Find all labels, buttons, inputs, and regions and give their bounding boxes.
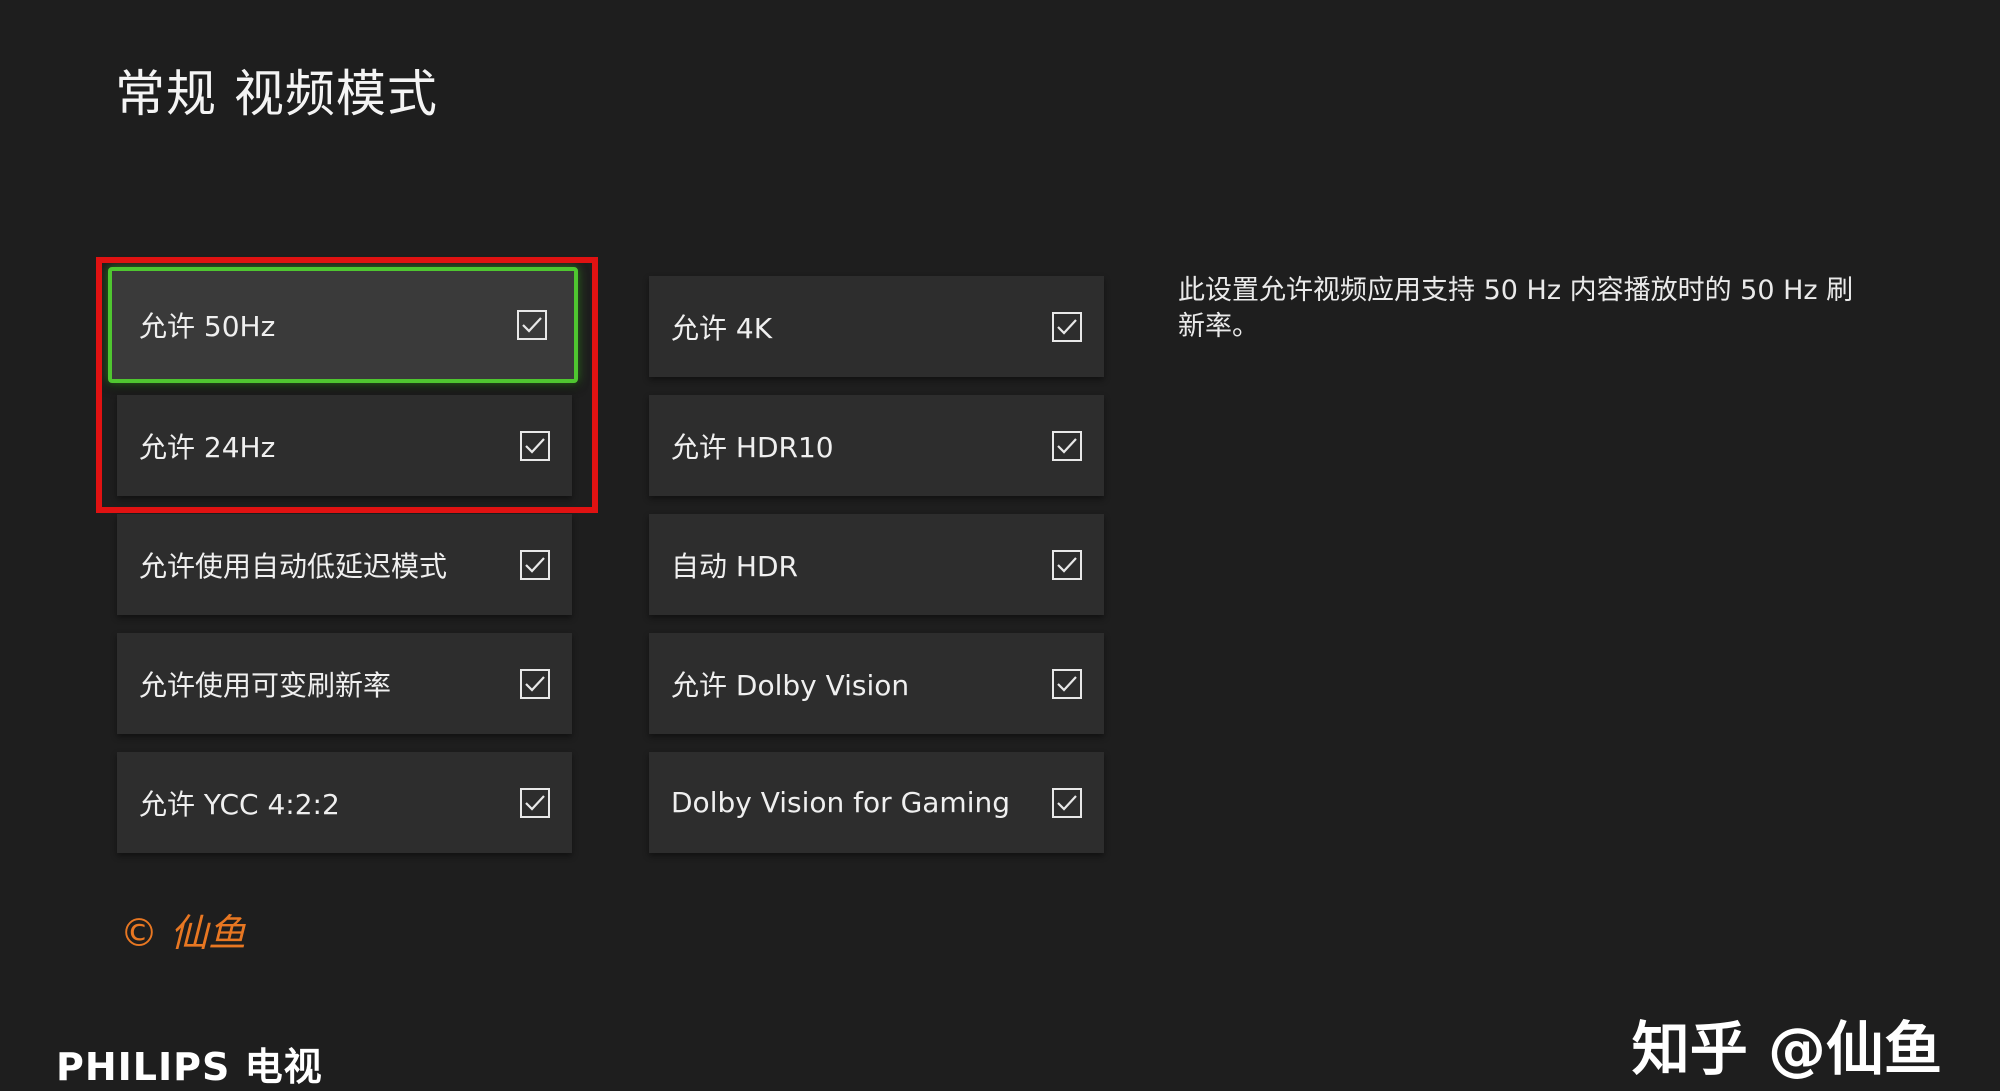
allow-50hz-label: 允许 50Hz <box>139 310 276 343</box>
allow-allm-toggle[interactable]: 允许使用自动低延迟模式 <box>117 514 572 615</box>
checkbox-checked-icon[interactable] <box>1052 430 1082 461</box>
copyright-watermark: © 仙鱼 <box>120 911 247 955</box>
checkbox-checked-icon[interactable] <box>520 430 550 461</box>
philips-tv-brand: PHILIPS 电视 <box>56 1045 323 1089</box>
allow-vrr-label: 允许使用可变刷新率 <box>139 668 392 702</box>
allow-hdr10-toggle[interactable]: 允许 HDR10 <box>649 395 1104 496</box>
allow-50hz-toggle[interactable]: 允许 50Hz <box>108 267 578 383</box>
dolby-vision-gaming-label: Dolby Vision for Gaming <box>671 786 1011 819</box>
dolby-vision-gaming-toggle[interactable]: Dolby Vision for Gaming <box>649 752 1104 853</box>
allow-4k-label: 允许 4K <box>671 311 773 345</box>
checkbox-checked-icon[interactable] <box>1052 549 1082 580</box>
allow-4k-toggle[interactable]: 允许 4K <box>649 276 1104 377</box>
allow-ycc422-toggle[interactable]: 允许 YCC 4:2:2 <box>117 752 572 853</box>
allow-ycc422-label: 允许 YCC 4:2:2 <box>139 787 340 821</box>
checkbox-checked-icon[interactable] <box>520 787 550 818</box>
checkbox-checked-icon[interactable] <box>517 310 547 340</box>
allow-vrr-toggle[interactable]: 允许使用可变刷新率 <box>117 633 572 734</box>
page-title: 常规 视频模式 <box>115 65 438 123</box>
checkbox-checked-icon[interactable] <box>520 549 550 580</box>
checkbox-checked-icon[interactable] <box>1052 787 1082 818</box>
setting-description: 此设置允许视频应用支持 50 Hz 内容播放时的 50 Hz 刷新率。 <box>1178 275 1854 342</box>
checkbox-checked-icon[interactable] <box>520 668 550 699</box>
allow-hdr10-label: 允许 HDR10 <box>671 430 834 464</box>
checkbox-checked-icon[interactable] <box>1052 668 1082 699</box>
allow-24hz-label: 允许 24Hz <box>139 430 276 464</box>
auto-hdr-label: 自动 HDR <box>671 549 798 583</box>
checkbox-checked-icon[interactable] <box>1052 311 1082 342</box>
allow-allm-label: 允许使用自动低延迟模式 <box>139 549 448 583</box>
zhihu-watermark: 知乎 @仙鱼 <box>1631 1015 1942 1083</box>
allow-dolby-vision-label: 允许 Dolby Vision <box>671 668 910 702</box>
allow-dolby-vision-toggle[interactable]: 允许 Dolby Vision <box>649 633 1104 734</box>
auto-hdr-toggle[interactable]: 自动 HDR <box>649 514 1104 615</box>
allow-24hz-toggle[interactable]: 允许 24Hz <box>117 395 572 496</box>
